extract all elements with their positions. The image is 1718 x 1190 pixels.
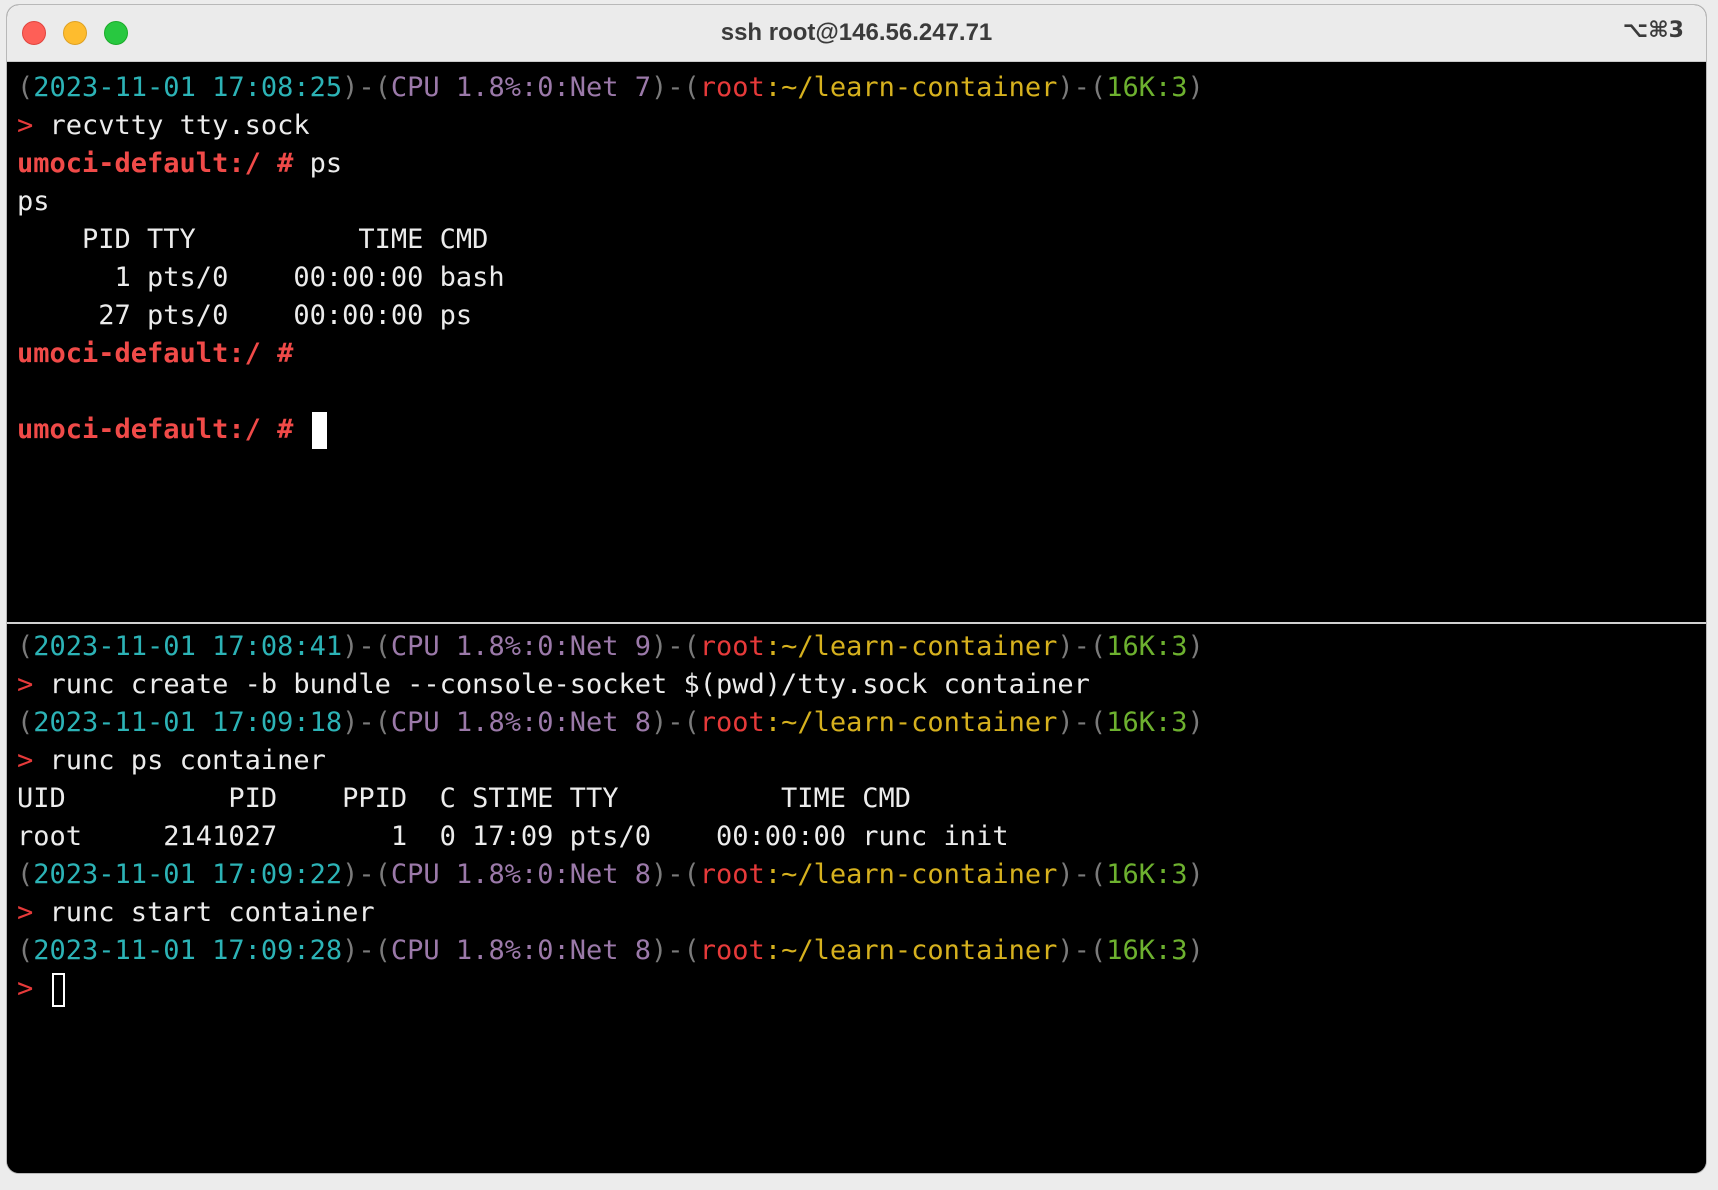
status-path: ~/learn-container: [781, 707, 1058, 738]
status-user: root: [699, 72, 765, 103]
output-line: ps: [17, 186, 50, 217]
command-line: > runc ps container: [17, 742, 1204, 780]
container-prompt: umoci-default:/ #: [17, 338, 294, 369]
terminal-pane-bottom[interactable]: (2023-11-01 17:08:41)-(CPU 1.8%:0:Net 9)…: [7, 624, 1706, 1173]
status-history: 16K:3: [1106, 72, 1188, 103]
ps-header: PID TTY TIME CMD: [17, 224, 489, 255]
status-line: (2023-11-01 17:08:25)-(CPU 1.8%:0:Net 7)…: [17, 72, 1204, 103]
bottom-pane-output: (2023-11-01 17:08:41)-(CPU 1.8%:0:Net 9)…: [17, 628, 1204, 1008]
status-user: root: [699, 935, 765, 966]
status-line: (2023-11-01 17:09:18)-(CPU 1.8%:0:Net 8)…: [17, 707, 1204, 738]
container-prompt-line: umoci-default:/ #: [17, 411, 1204, 449]
command-text: runc ps container: [49, 745, 326, 776]
blank-line: [17, 373, 1204, 411]
prompt-arrow: >: [17, 110, 34, 141]
status-cpu: CPU 1.8%:0:Net 8: [390, 859, 651, 890]
status-timestamp: 2023-11-01 17:09:28: [33, 935, 343, 966]
status-user: root: [699, 631, 765, 662]
command-text: runc start container: [49, 897, 375, 928]
status-timestamp: 2023-11-01 17:09:18: [33, 707, 343, 738]
status-path: ~/learn-container: [781, 859, 1058, 890]
ps-row: 1 pts/0 00:00:00 bash: [17, 262, 505, 293]
window-shortcut: ⌥⌘3: [1622, 18, 1684, 43]
status-path: ~/learn-container: [781, 631, 1058, 662]
command-line[interactable]: >: [17, 970, 1204, 1008]
command-text: recvtty tty.sock: [49, 110, 310, 141]
status-history: 16K:3: [1106, 859, 1188, 890]
status-cpu: CPU 1.8%:0:Net 9: [390, 631, 651, 662]
container-prompt: umoci-default:/ #: [17, 148, 294, 179]
status-line: (2023-11-01 17:08:41)-(CPU 1.8%:0:Net 9)…: [17, 631, 1204, 662]
window-title: ssh root@146.56.247.71: [720, 19, 993, 46]
status-line: (2023-11-01 17:09:22)-(CPU 1.8%:0:Net 8)…: [17, 859, 1204, 890]
prompt-arrow: >: [17, 897, 34, 928]
status-timestamp: 2023-11-01 17:09:22: [33, 859, 343, 890]
command-text: runc create -b bundle --console-socket $…: [49, 669, 1090, 700]
terminal-pane-top[interactable]: (2023-11-01 17:08:25)-(CPU 1.8%:0:Net 7)…: [7, 62, 1706, 622]
status-cpu: CPU 1.8%:0:Net 8: [390, 707, 651, 738]
terminal-cursor: [51, 972, 65, 1007]
terminal-window: ssh root@146.56.247.71 ⌥⌘3 (2023-11-01 1…: [7, 5, 1706, 1173]
status-line: (2023-11-01 17:09:28)-(CPU 1.8%:0:Net 8)…: [17, 935, 1204, 966]
runc-ps-header: UID PID PPID C STIME TTY TIME CMD: [17, 783, 912, 814]
container-prompt-line: umoci-default:/ # ps: [17, 145, 1204, 183]
status-history: 16K:3: [1106, 707, 1188, 738]
command-line: > recvtty tty.sock: [17, 107, 1204, 145]
command-line: > runc create -b bundle --console-socket…: [17, 666, 1204, 704]
status-user: root: [699, 707, 765, 738]
status-timestamp: 2023-11-01 17:08:41: [33, 631, 343, 662]
status-cpu: CPU 1.8%:0:Net 7: [390, 72, 651, 103]
status-path: ~/learn-container: [781, 72, 1058, 103]
command-text: ps: [309, 148, 343, 179]
status-user: root: [699, 859, 765, 890]
prompt-arrow: >: [17, 973, 34, 1004]
container-prompt-line: umoci-default:/ #: [17, 335, 1204, 373]
container-prompt: umoci-default:/ #: [17, 414, 294, 445]
runc-ps-row: root 2141027 1 0 17:09 pts/0 00:00:00 ru…: [17, 821, 1009, 852]
prompt-arrow: >: [17, 745, 34, 776]
terminal-cursor: [311, 412, 327, 449]
command-line: > runc start container: [17, 894, 1204, 932]
title-bar[interactable]: ssh root@146.56.247.71 ⌥⌘3: [7, 5, 1706, 62]
status-cpu: CPU 1.8%:0:Net 8: [390, 935, 651, 966]
prompt-arrow: >: [17, 669, 34, 700]
ps-row: 27 pts/0 00:00:00 ps: [17, 300, 473, 331]
status-timestamp: 2023-11-01 17:08:25: [33, 72, 343, 103]
status-history: 16K:3: [1106, 935, 1188, 966]
top-pane-output: (2023-11-01 17:08:25)-(CPU 1.8%:0:Net 7)…: [17, 69, 1204, 449]
status-history: 16K:3: [1106, 631, 1188, 662]
status-path: ~/learn-container: [781, 935, 1058, 966]
